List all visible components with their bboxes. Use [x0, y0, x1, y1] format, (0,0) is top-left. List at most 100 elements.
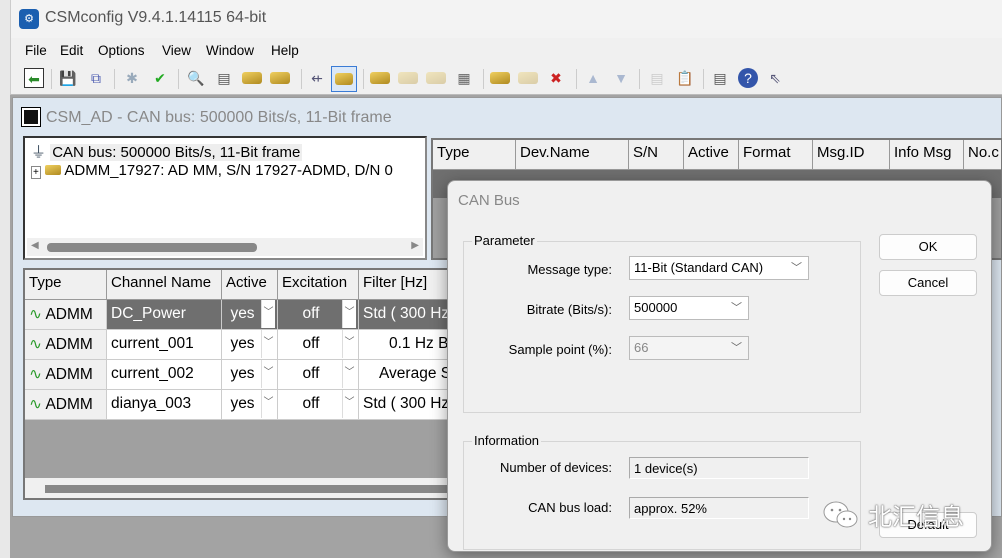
add-device-icon[interactable]	[490, 72, 510, 84]
exit-arrow-icon[interactable]: ⬅	[24, 68, 44, 88]
col-info-msg[interactable]: Info Msg	[890, 140, 964, 170]
help-icon[interactable]: ?	[738, 68, 758, 88]
check-icon[interactable]: ✔	[150, 68, 170, 88]
col-active[interactable]: Active	[684, 140, 739, 170]
table-icon[interactable]: ▦	[454, 68, 474, 88]
cell-text: ADMM	[45, 336, 93, 353]
col-type[interactable]: Type	[25, 270, 107, 300]
menu-help[interactable]: Help	[271, 43, 299, 58]
watermark-text: 北汇信息	[868, 504, 964, 531]
chevron-down-icon: ﹀	[731, 302, 742, 314]
scroll-thumb[interactable]	[45, 485, 461, 493]
view-details-icon[interactable]: ▤	[710, 68, 730, 88]
chevron-down-icon[interactable]: ﹀	[261, 390, 275, 418]
col-msg-id[interactable]: Msg.ID	[813, 140, 890, 170]
chevron-down-icon: ﹀	[791, 262, 802, 274]
can-bus-icon[interactable]	[331, 66, 357, 92]
scroll-right-icon[interactable]: ▶	[411, 240, 419, 251]
remove-device-icon	[518, 72, 538, 84]
connect-icon[interactable]: ⇷	[307, 68, 327, 88]
cell-text: yes	[230, 305, 255, 322]
cell-name[interactable]: current_002	[107, 360, 222, 390]
menu-options[interactable]: Options	[98, 43, 145, 58]
cell-active[interactable]: yes ﹀	[222, 390, 278, 420]
tree-scrollbar[interactable]: ◀ ▶	[27, 238, 423, 256]
scroll-thumb[interactable]	[47, 243, 257, 252]
cell-excitation[interactable]: off ﹀	[278, 300, 359, 330]
menu-window[interactable]: Window	[206, 43, 254, 58]
tree-node-device[interactable]: + ADMM_17927: AD MM, S/N 17927-ADMD, D/N…	[31, 162, 393, 179]
title-bar: ⚙ CSMconfig V9.4.1.14115 64-bit	[10, 0, 1002, 38]
cell-active[interactable]: yes ﹀	[222, 330, 278, 360]
cell-type[interactable]: ∿ ADMM	[25, 300, 107, 330]
analog-signal-icon: ∿	[29, 396, 46, 413]
scroll-left-icon[interactable]: ◀	[31, 240, 39, 251]
window-title: CSM_AD - CAN bus: 500000 Bits/s, 11-Bit …	[46, 109, 392, 126]
bus-load-field: approx. 52%	[629, 497, 809, 519]
message-type-select[interactable]: 11-Bit (Standard CAN) ﹀	[629, 256, 809, 280]
ok-button[interactable]: OK	[879, 234, 977, 260]
chevron-down-icon[interactable]: ﹀	[261, 330, 275, 358]
col-sn[interactable]: S/N	[629, 140, 684, 170]
menu-view[interactable]: View	[162, 43, 191, 58]
cell-type[interactable]: ∿ ADMM	[25, 390, 107, 420]
expand-icon[interactable]: +	[31, 166, 41, 179]
col-excitation[interactable]: Excitation	[278, 270, 359, 300]
cell-excitation[interactable]: off ﹀	[278, 390, 359, 420]
chevron-down-icon[interactable]: ﹀	[342, 390, 356, 418]
wizard-icon[interactable]: ✱	[122, 68, 142, 88]
cell-text: Average S	[379, 365, 452, 382]
desktop-background	[0, 0, 10, 558]
cell-type[interactable]: ∿ ADMM	[25, 330, 107, 360]
device-config-icon[interactable]	[242, 72, 262, 84]
toolbar: ⬅ 💾 ⧉ ✱ ✔ 🔍 ▤ ⇷ ▦ ✖ ▲ ▼ ▤ 📋 ▤ ? ⇖	[10, 63, 1002, 95]
bus-load-label: CAN bus load:	[528, 500, 612, 515]
col-format[interactable]: Format	[739, 140, 813, 170]
cell-active[interactable]: yes ﹀	[222, 360, 278, 390]
device-pause-icon	[426, 72, 446, 84]
col-channel-name[interactable]: Channel Name	[107, 270, 222, 300]
channel-scrollbar[interactable]	[25, 478, 461, 498]
parameter-group-label: Parameter	[472, 233, 537, 248]
save-all-icon[interactable]: ⧉	[86, 68, 106, 88]
save-icon[interactable]: 💾	[58, 68, 78, 88]
chevron-down-icon[interactable]: ﹀	[342, 360, 356, 388]
app-gear-icon: ⚙	[19, 9, 39, 29]
delete-device-icon[interactable]: ✖	[546, 68, 566, 88]
cell-text: yes	[230, 335, 255, 352]
menu-edit[interactable]: Edit	[60, 43, 83, 58]
col-type[interactable]: Type	[433, 140, 516, 170]
cell-text: current_001	[111, 335, 194, 352]
col-no[interactable]: No.c	[964, 140, 1001, 170]
device-save-icon[interactable]	[270, 72, 290, 84]
device-edit-icon[interactable]	[370, 72, 390, 84]
search-icon[interactable]: 🔍	[186, 68, 206, 88]
cancel-button[interactable]: Cancel	[879, 270, 977, 296]
chevron-down-icon[interactable]: ﹀	[261, 360, 275, 388]
cell-excitation[interactable]: off ﹀	[278, 360, 359, 390]
cell-text: yes	[230, 365, 255, 382]
context-help-icon[interactable]: ⇖	[765, 68, 785, 88]
cell-excitation[interactable]: off ﹀	[278, 330, 359, 360]
cell-text: off	[302, 365, 320, 382]
chevron-down-icon[interactable]: ﹀	[261, 300, 275, 328]
chevron-down-icon[interactable]: ﹀	[342, 300, 356, 328]
col-active[interactable]: Active	[222, 270, 278, 300]
chevron-down-icon: ﹀	[731, 342, 742, 354]
tree-root-can-bus[interactable]: ⏚ CAN bus: 500000 Bits/s, 11-Bit frame	[31, 141, 303, 162]
sample-point-label: Sample point (%):	[508, 342, 612, 357]
cell-type[interactable]: ∿ ADMM	[25, 360, 107, 390]
copy-icon: ▤	[650, 70, 664, 86]
cell-name[interactable]: current_001	[107, 330, 222, 360]
cell-text: ADMM	[45, 396, 93, 413]
col-dev-name[interactable]: Dev.Name	[516, 140, 629, 170]
cell-name[interactable]: dianya_003	[107, 390, 222, 420]
document-icon[interactable]: ▤	[214, 68, 234, 88]
chevron-down-icon[interactable]: ﹀	[342, 330, 356, 358]
cell-text: yes	[230, 395, 255, 412]
cell-name[interactable]: DC_Power	[107, 300, 222, 330]
cell-active[interactable]: yes ﹀	[222, 300, 278, 330]
cell-text: Std ( 300 Hz	[363, 395, 450, 412]
bitrate-select[interactable]: 500000 ﹀	[629, 296, 749, 320]
menu-file[interactable]: File	[25, 43, 47, 58]
